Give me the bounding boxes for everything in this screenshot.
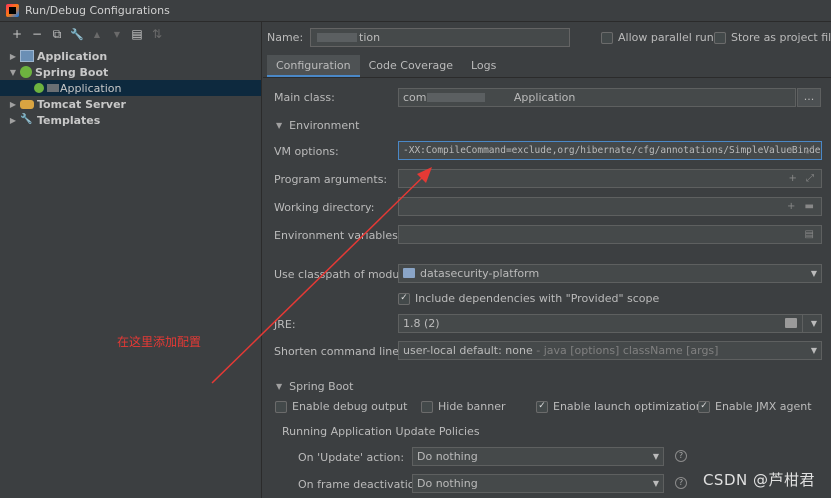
checkbox-box[interactable]: ✓ bbox=[536, 400, 548, 413]
combo-divider bbox=[802, 315, 803, 332]
jre-label: JRE: bbox=[274, 318, 296, 331]
tree-node-application[interactable]: ▶ Application bbox=[0, 48, 261, 64]
tree-toolbar: + − ⧉ 🔧 ▲ ▼ ▤ ⇅ bbox=[0, 22, 261, 46]
shorten-command-label: Shorten command line: bbox=[274, 345, 403, 358]
store-as-file-checkbox[interactable]: Store as project file bbox=[714, 31, 831, 44]
config-tree-panel: + − ⧉ 🔧 ▲ ▼ ▤ ⇅ ▶ Application ▼ Spring B… bbox=[0, 22, 262, 498]
tree-node-templates[interactable]: ▶ 🔧 Templates bbox=[0, 112, 261, 128]
wrench-icon[interactable]: 🔧 bbox=[68, 25, 86, 43]
config-tree: ▶ Application ▼ Spring Boot Application … bbox=[0, 48, 261, 128]
tree-node-spring-boot[interactable]: ▼ Spring Boot bbox=[0, 64, 261, 80]
tab-configuration[interactable]: Configuration bbox=[267, 55, 360, 77]
tomcat-icon bbox=[20, 99, 34, 109]
folder-icon[interactable]: + ▬ bbox=[787, 198, 817, 215]
wrench-icon: 🔧 bbox=[20, 114, 33, 125]
checkbox-box[interactable]: ✓ bbox=[698, 400, 710, 413]
policies-title: Running Application Update Policies bbox=[282, 425, 480, 438]
jmx-agent-checkbox[interactable]: ✓ Enable JMX agent bbox=[698, 400, 812, 413]
checkbox-box[interactable]: ✓ bbox=[398, 292, 410, 305]
tab-code-coverage[interactable]: Code Coverage bbox=[360, 55, 462, 77]
blurred-text bbox=[317, 33, 357, 42]
help-icon[interactable]: ? bbox=[675, 450, 687, 462]
checkbox-box[interactable] bbox=[275, 400, 287, 413]
vm-options-field[interactable]: -XX:CompileCommand=exclude,org/hibernate… bbox=[398, 141, 822, 160]
shorten-command-select[interactable]: user-local default: none - java [options… bbox=[398, 341, 822, 360]
blurred-text bbox=[47, 84, 59, 92]
name-label: Name: bbox=[267, 31, 304, 44]
config-details-panel: Name: tion Allow parallel run Store as p… bbox=[263, 22, 831, 498]
working-directory-label: Working directory: bbox=[274, 201, 375, 214]
sort-icon[interactable]: ⇅ bbox=[148, 25, 166, 43]
working-directory-field[interactable]: + ▬ bbox=[398, 197, 822, 216]
folder-icon[interactable]: ▤ bbox=[128, 25, 146, 43]
chevron-down-icon[interactable]: ▼ bbox=[276, 121, 282, 130]
help-icon[interactable]: ? bbox=[675, 477, 687, 489]
watermark: CSDN @芦柑君 bbox=[702, 471, 815, 489]
chevron-right-icon[interactable]: ▶ bbox=[8, 116, 18, 125]
include-provided-checkbox[interactable]: ✓ Include dependencies with "Provided" s… bbox=[398, 292, 659, 305]
copy-icon[interactable]: ⧉ bbox=[48, 25, 66, 43]
classpath-label: Use classpath of module: bbox=[274, 268, 413, 281]
on-frame-label: On frame deactivation: bbox=[298, 478, 426, 491]
jre-select[interactable]: 1.8 (2) ▼ bbox=[398, 314, 822, 333]
tree-node-tomcat[interactable]: ▶ Tomcat Server bbox=[0, 96, 261, 112]
allow-parallel-checkbox[interactable]: Allow parallel run bbox=[601, 31, 714, 44]
name-row: Name: bbox=[267, 31, 303, 44]
hide-banner-checkbox[interactable]: Hide banner bbox=[421, 400, 506, 413]
program-arguments-field[interactable]: + ⤢ bbox=[398, 169, 822, 188]
tree-node-spring-application[interactable]: Application bbox=[0, 80, 261, 96]
folder-icon[interactable] bbox=[785, 318, 797, 328]
enable-debug-checkbox[interactable]: Enable debug output bbox=[275, 400, 407, 413]
chevron-right-icon[interactable]: ▶ bbox=[8, 52, 18, 61]
main-class-label: Main class: bbox=[274, 91, 335, 104]
tab-divider bbox=[263, 77, 831, 78]
expand-icon[interactable]: + ⤢ bbox=[788, 170, 817, 187]
blurred-text bbox=[427, 93, 485, 102]
vm-options-label: VM options: bbox=[274, 145, 339, 158]
chevron-down-icon[interactable]: ▼ bbox=[811, 342, 817, 359]
expand-icon[interactable]: + ⤢ bbox=[788, 142, 817, 159]
checkbox-box[interactable] bbox=[421, 400, 433, 413]
main-class-field[interactable]: com Application bbox=[398, 88, 796, 107]
annotation-text: 在这里添加配置 bbox=[117, 335, 202, 349]
chevron-down-icon[interactable]: ▼ bbox=[811, 315, 817, 332]
chevron-down-icon[interactable]: ▼ bbox=[653, 475, 659, 492]
on-update-label: On 'Update' action: bbox=[298, 451, 405, 464]
environment-variables-field[interactable]: ▤ bbox=[398, 225, 822, 244]
chevron-down-icon[interactable]: ▼ bbox=[276, 382, 282, 391]
on-frame-select[interactable]: Do nothing ▼ bbox=[412, 474, 664, 493]
classpath-module-select[interactable]: datasecurity-platform ▼ bbox=[398, 264, 822, 283]
chevron-right-icon[interactable]: ▶ bbox=[8, 100, 18, 109]
intellij-icon bbox=[6, 4, 19, 17]
checkbox-box[interactable] bbox=[601, 31, 613, 44]
remove-icon[interactable]: − bbox=[28, 25, 46, 43]
title-bar: Run/Debug Configurations bbox=[0, 0, 831, 22]
chevron-down-icon[interactable]: ▼ bbox=[653, 448, 659, 465]
spring-boot-icon bbox=[20, 66, 32, 78]
on-update-select[interactable]: Do nothing ▼ bbox=[412, 447, 664, 466]
checkbox-box[interactable] bbox=[714, 31, 726, 44]
application-icon bbox=[20, 50, 34, 62]
name-field[interactable]: tion bbox=[310, 28, 570, 47]
tab-bar: Configuration Code Coverage Logs bbox=[267, 55, 505, 77]
spring-app-icon bbox=[34, 83, 44, 93]
edit-list-icon[interactable]: ▤ bbox=[805, 226, 817, 243]
window-title: Run/Debug Configurations bbox=[25, 4, 170, 17]
add-icon[interactable]: + bbox=[8, 25, 26, 43]
move-down-icon[interactable]: ▼ bbox=[108, 25, 126, 43]
module-icon bbox=[403, 268, 415, 278]
browse-button[interactable]: ... bbox=[797, 88, 821, 107]
chevron-down-icon[interactable]: ▼ bbox=[811, 265, 817, 282]
launch-optimization-checkbox[interactable]: ✓ Enable launch optimization bbox=[536, 400, 703, 413]
tab-logs[interactable]: Logs bbox=[462, 55, 505, 77]
move-up-icon[interactable]: ▲ bbox=[88, 25, 106, 43]
chevron-down-icon[interactable]: ▼ bbox=[8, 68, 18, 77]
environment-section[interactable]: ▼ Environment bbox=[276, 119, 359, 132]
program-arguments-label: Program arguments: bbox=[274, 173, 388, 186]
spring-boot-section[interactable]: ▼ Spring Boot bbox=[276, 380, 353, 393]
environment-variables-label: Environment variables: bbox=[274, 229, 402, 242]
